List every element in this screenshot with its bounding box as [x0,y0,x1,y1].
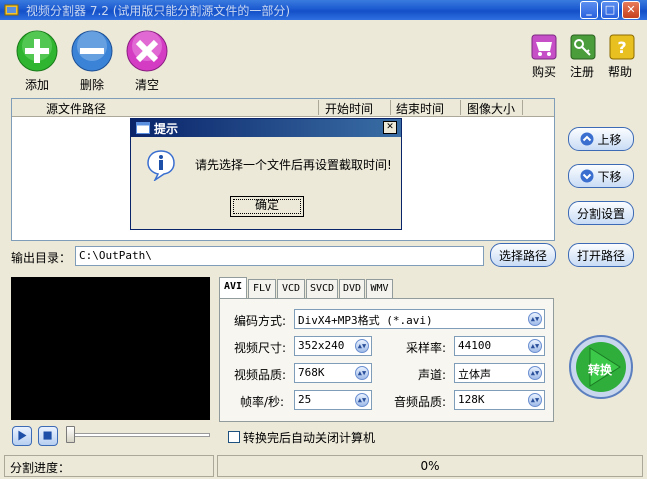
output-dir-label: 输出目录： [11,251,72,265]
close-button[interactable]: ✕ [622,1,640,19]
tab-wmv[interactable]: WMV [366,279,393,298]
channel-value: 立体声 [458,368,491,381]
sample-rate-select[interactable]: 44100 ▲▼ [454,336,545,356]
encoding-label: 编码方式: [234,314,287,328]
dropdown-arrow-icon[interactable]: ▲▼ [528,393,542,407]
register-label[interactable]: 注册 [570,63,594,80]
video-size-value: 352x240 [298,339,345,352]
fps-value: 25 [298,393,312,406]
progress-bar: 0% [217,455,643,477]
stop-icon [43,431,52,440]
move-down-button[interactable]: 下移 [568,164,634,188]
video-quality-label: 视频品质: [234,368,287,382]
dropdown-arrow-icon[interactable]: ▲▼ [528,339,542,353]
split-settings-button[interactable]: 分割设置 [568,201,634,225]
play-button[interactable] [12,426,32,446]
audio-quality-value: 128K [458,393,485,406]
help-label[interactable]: 帮助 [608,63,632,80]
window-title: 视频分割器 7.2 (试用版只能分割源文件的一部分) [26,4,291,18]
seek-slider-thumb[interactable] [66,426,75,443]
dropdown-arrow-icon[interactable]: ▲▼ [355,393,369,407]
convert-label: 转换 [588,363,613,377]
dropdown-arrow-icon[interactable]: ▲▼ [355,339,369,353]
fps-select[interactable]: 25 ▲▼ [294,390,372,410]
stop-button[interactable] [38,426,58,446]
fps-label: 帧率/秒: [240,395,285,409]
dropdown-arrow-icon[interactable]: ▲▼ [528,312,542,326]
open-path-button[interactable]: 打开路径 [568,243,634,267]
buy-label[interactable]: 购买 [532,63,556,80]
message-dialog: 提示 ✕ 请先选择一个文件后再设置截取时间! 确定 [130,118,402,230]
app-icon [4,4,19,16]
move-up-label: 上移 [597,132,622,147]
column-divider[interactable] [390,100,391,115]
file-list-header: 源文件路径 开始时间 结束时间 图像大小 [12,99,554,117]
sample-rate-value: 44100 [458,339,492,352]
delete-button[interactable] [71,30,113,72]
tab-avi[interactable]: AVI [219,277,247,299]
status-progress-label-pane: 分割进度： [4,455,214,477]
video-preview [11,277,210,420]
minus-icon [71,30,113,72]
maximize-button[interactable]: □ [601,1,619,19]
channel-select[interactable]: 立体声 ▲▼ [454,363,545,383]
focus-ring [233,199,301,214]
delete-label: 删除 [79,78,104,92]
add-button[interactable] [16,30,58,72]
sample-rate-label: 采样率: [406,341,447,355]
column-divider[interactable] [522,100,523,115]
channel-label: 声道: [418,368,447,382]
minimize-button[interactable]: _ [580,1,598,19]
auto-shutdown-checkbox[interactable] [228,431,240,443]
audio-quality-select[interactable]: 128K ▲▼ [454,390,545,410]
add-label: 添加 [24,78,49,92]
column-divider[interactable] [460,100,461,115]
choose-path-button[interactable]: 选择路径 [490,243,556,267]
chevron-down-icon [580,169,594,183]
window-icon [136,122,150,134]
cart-icon[interactable] [531,34,557,60]
progress-label: 分割进度： [10,461,71,475]
seek-slider-track[interactable] [66,433,210,437]
tab-vcd[interactable]: VCD [277,279,305,298]
video-size-label: 视频尺寸: [234,341,287,355]
encoding-select[interactable]: DivX4+MP3格式 (*.avi) ▲▼ [294,309,545,329]
dialog-title: 提示 [154,122,179,136]
column-header-start-time[interactable]: 开始时间 [325,100,373,117]
progress-text: 0% [420,459,440,473]
encoding-value: DivX4+MP3格式 (*.avi) [298,314,433,327]
clear-button[interactable] [126,30,168,72]
column-header-source-path[interactable]: 源文件路径 [46,100,106,117]
ok-button[interactable]: 确定 [230,196,304,217]
help-icon[interactable]: ? [609,34,635,60]
video-quality-select[interactable]: 768K ▲▼ [294,363,372,383]
move-up-button[interactable]: 上移 [568,127,634,151]
dialog-title-bar[interactable]: 提示 ✕ [131,119,401,137]
dropdown-arrow-icon[interactable]: ▲▼ [355,366,369,380]
x-icon [126,30,168,72]
video-quality-value: 768K [298,366,325,379]
info-icon [147,150,175,181]
column-header-end-time[interactable]: 结束时间 [396,100,444,117]
key-icon[interactable] [570,34,596,60]
dialog-message: 请先选择一个文件后再设置截取时间! [195,158,392,172]
move-down-label: 下移 [597,169,622,184]
tab-svcd[interactable]: SVCD [306,279,338,298]
tab-dvd[interactable]: DVD [339,279,365,298]
dialog-close-button[interactable]: ✕ [383,121,397,134]
plus-icon [16,30,58,72]
audio-quality-label: 音频品质: [394,395,447,409]
clear-label: 清空 [134,78,159,92]
chevron-up-icon [580,132,594,146]
play-icon [18,430,27,441]
tab-flv[interactable]: FLV [248,279,276,298]
column-divider[interactable] [318,100,319,115]
auto-shutdown-label[interactable]: 转换完后自动关闭计算机 [243,429,375,446]
dropdown-arrow-icon[interactable]: ▲▼ [528,366,542,380]
output-dir-input[interactable]: C:\OutPath\ [75,246,484,266]
column-header-image-size[interactable]: 图像大小 [467,100,515,117]
video-size-select[interactable]: 352x240 ▲▼ [294,336,372,356]
svg-text:?: ? [617,38,626,57]
